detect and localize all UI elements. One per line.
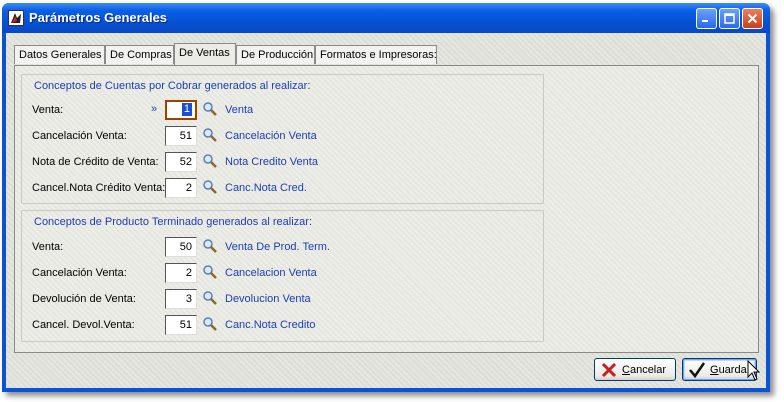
producto-row-cancelacion: Cancelación Venta: 2 Cancelacion Venta <box>32 263 532 283</box>
concept-description: Cancelacion Venta <box>225 267 317 279</box>
magnifier-icon[interactable] <box>202 101 218 117</box>
concept-description: Devolucion Venta <box>225 293 311 305</box>
venta-prod-input[interactable]: 50 <box>165 237 197 257</box>
concept-description: Cancelación Venta <box>225 130 317 142</box>
checkmark-icon <box>689 361 706 378</box>
cuentas-row-cancel-nota: Cancel.Nota Crédito Venta: 2 Canc.Nota C… <box>32 178 532 198</box>
cuentas-row-cancelacion: Cancelación Venta: 51 Cancelación Venta <box>32 126 532 146</box>
producto-group-title: Conceptos de Producto Terminado generado… <box>34 216 313 228</box>
magnifier-icon[interactable] <box>202 238 218 254</box>
close-icon <box>747 13 758 24</box>
close-button[interactable] <box>742 8 763 29</box>
cancel-button[interactable]: Cancelar <box>594 358 676 381</box>
concept-description: Canc.Nota Credito <box>225 319 316 331</box>
mouse-cursor-icon <box>747 360 761 381</box>
cancel-devol-venta-input[interactable]: 51 <box>165 315 197 335</box>
window-title: Parámetros Generales <box>29 10 168 25</box>
devolucion-venta-input[interactable]: 3 <box>165 289 197 309</box>
magnifier-icon[interactable] <box>202 264 218 280</box>
concept-description: Canc.Nota Cred. <box>225 182 307 194</box>
field-label: Nota de Crédito de Venta: <box>32 156 159 168</box>
magnifier-icon[interactable] <box>202 153 218 169</box>
field-label: Cancel.Nota Crédito Venta: <box>32 182 166 194</box>
cuentas-row-venta: Venta: » 1 Venta <box>32 100 532 120</box>
concept-description: Nota Credito Venta <box>225 156 318 168</box>
venta-concept-input[interactable]: 1 <box>165 100 197 120</box>
magnifier-icon[interactable] <box>202 316 218 332</box>
cancelacion-prod-input[interactable]: 2 <box>165 263 197 283</box>
title-bar[interactable]: Parámetros Generales <box>2 3 770 33</box>
tab-de-produccion[interactable]: De Producción <box>236 45 315 64</box>
tab-formatos-impresoras[interactable]: Formatos e Impresoras: <box>315 45 437 64</box>
tab-panel: Conceptos de Cuentas por Cobrar generado… <box>14 65 759 353</box>
producto-row-cancel-devol: Cancel. Devol.Venta: 51 Canc.Nota Credit… <box>32 315 532 335</box>
current-field-marker: » <box>151 103 158 115</box>
cancel-accel: C <box>622 363 630 376</box>
cuentas-group: Conceptos de Cuentas por Cobrar generado… <box>21 74 544 204</box>
tab-datos-generales[interactable]: Datos Generales <box>14 45 105 64</box>
app-icon[interactable] <box>8 10 24 26</box>
save-label: Guardar <box>710 364 750 376</box>
cancel-nota-credito-input[interactable]: 2 <box>165 178 197 198</box>
save-label-rest: uardar <box>718 363 751 376</box>
tab-de-ventas[interactable]: De Ventas <box>174 43 236 65</box>
window: Parámetros Generales Datos Generales De … <box>2 3 770 392</box>
cuentas-group-title: Conceptos de Cuentas por Cobrar generado… <box>34 80 311 92</box>
concept-description: Venta <box>225 104 254 116</box>
red-x-icon <box>601 362 617 377</box>
producto-group: Conceptos de Producto Terminado generado… <box>21 210 544 342</box>
nota-credito-venta-input[interactable]: 52 <box>165 152 197 172</box>
producto-row-devolucion: Devolución de Venta: 3 Devolucion Venta <box>32 289 532 309</box>
field-label: Cancel. Devol.Venta: <box>32 319 135 331</box>
field-label: Devolución de Venta: <box>32 293 136 305</box>
field-label: Venta: <box>32 104 64 116</box>
cuentas-row-nota-credito: Nota de Crédito de Venta: 52 Nota Credit… <box>32 152 532 172</box>
magnifier-icon[interactable] <box>202 127 218 143</box>
cancelacion-venta-input[interactable]: 51 <box>165 126 197 146</box>
field-label: Cancelación Venta: <box>32 267 127 279</box>
producto-row-venta: Venta: 50 Venta De Prod. Term. <box>32 237 532 257</box>
maximize-icon <box>724 13 735 24</box>
maximize-button[interactable] <box>719 8 740 29</box>
field-label: Venta: <box>32 241 64 253</box>
tab-de-compras[interactable]: De Compras <box>105 45 174 64</box>
magnifier-icon[interactable] <box>202 290 218 306</box>
magnifier-icon[interactable] <box>202 179 218 195</box>
cancel-label-rest: ancelar <box>629 363 667 376</box>
concept-description: Venta De Prod. Term. <box>225 241 330 253</box>
field-label: Cancelación Venta: <box>32 130 127 142</box>
input-value: 1 <box>181 103 192 116</box>
cancel-label: Cancelar <box>622 364 666 376</box>
minimize-icon <box>702 20 708 22</box>
save-button[interactable]: Guardar <box>682 358 757 381</box>
dialog-body: Datos Generales De Compras De Ventas De … <box>6 33 766 388</box>
save-accel: G <box>710 363 719 376</box>
minimize-button[interactable] <box>696 8 717 29</box>
